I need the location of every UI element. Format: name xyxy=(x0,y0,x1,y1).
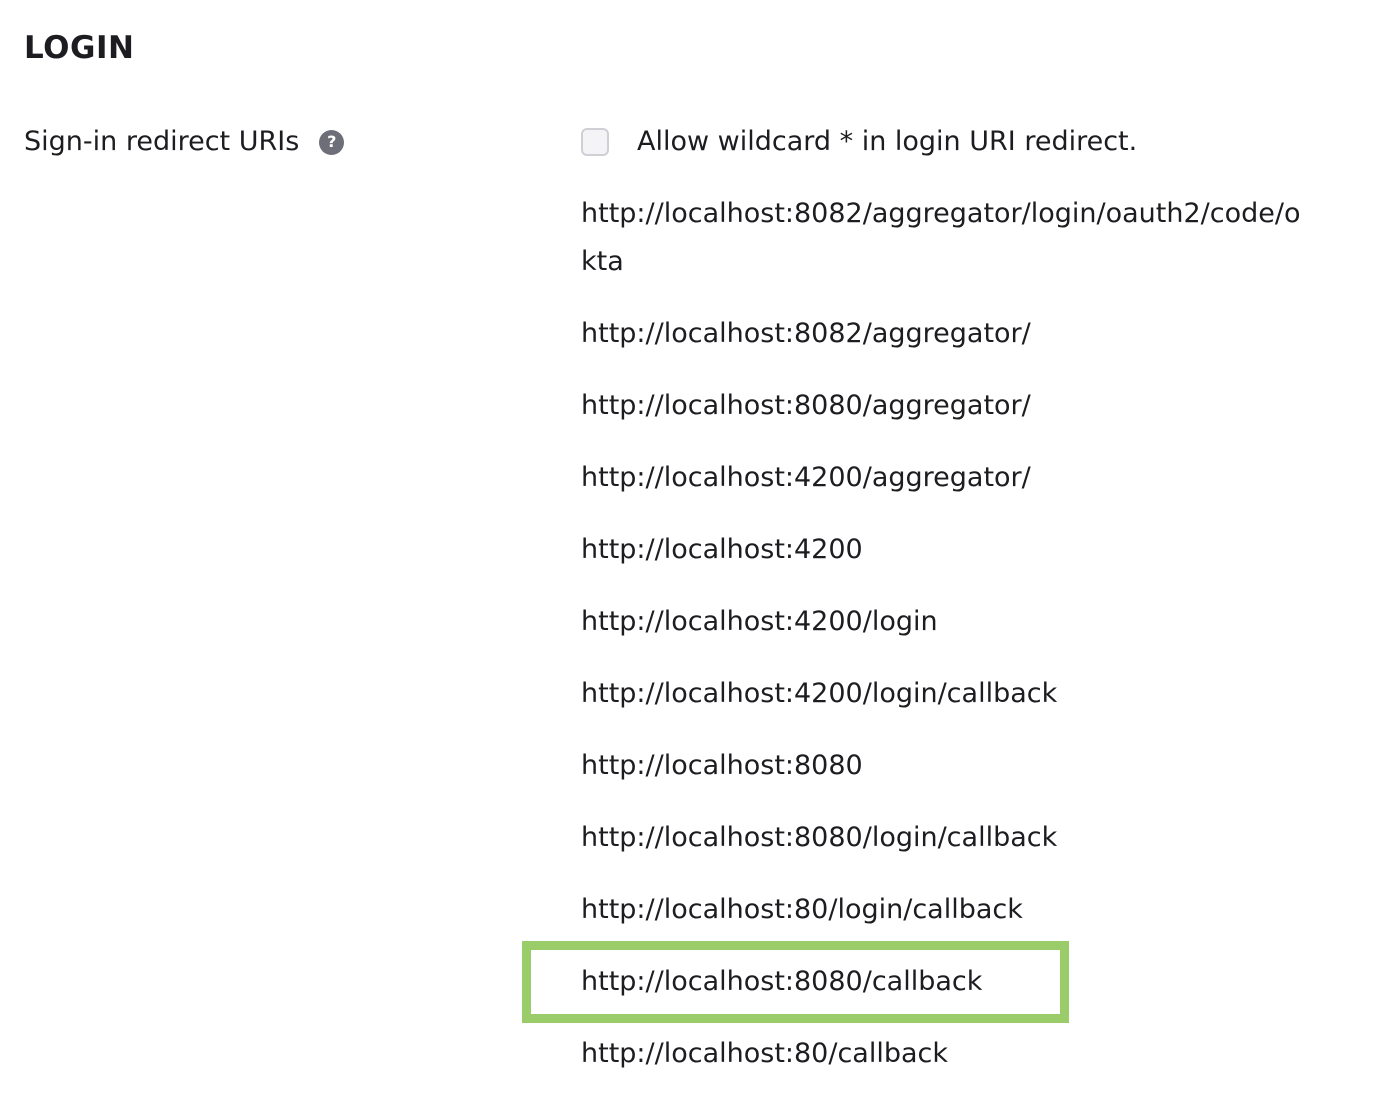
redirect-uri-item: http://localhost:8082/aggregator/ xyxy=(581,318,1031,349)
redirect-uri-list: http://localhost:8082/aggregator/login/o… xyxy=(581,190,1311,1102)
field-label-text: Sign-in redirect URIs xyxy=(24,126,300,157)
redirect-uri-item: http://localhost:8080 xyxy=(581,750,863,781)
wildcard-checkbox[interactable] xyxy=(581,128,609,156)
sign-in-redirect-uris-label: Sign-in redirect URIs ? xyxy=(24,123,345,161)
redirect-uri-item: http://localhost:8080/login/callback xyxy=(581,822,1058,853)
redirect-uri-item: http://localhost:8082/aggregator/login/o… xyxy=(581,198,1301,277)
wildcard-label: Allow wildcard * in login URI redirect. xyxy=(637,126,1138,157)
redirect-uri-item: http://localhost:80/login/callback xyxy=(581,894,1023,925)
redirect-uri-item: http://localhost:4200 xyxy=(581,534,863,565)
redirect-uri-item: http://localhost:4200/aggregator/ xyxy=(581,462,1031,493)
redirect-uri-item: http://localhost:4200/login/callback xyxy=(581,678,1058,709)
redirect-uri-item: http://localhost:80/callback xyxy=(581,1038,949,1069)
help-icon[interactable]: ? xyxy=(319,129,345,155)
section-title: LOGIN xyxy=(24,30,135,66)
wildcard-option[interactable]: Allow wildcard * in login URI redirect. xyxy=(581,124,1137,160)
redirect-uri-item-highlighted: http://localhost:8080/callback xyxy=(581,966,983,997)
redirect-uri-item: http://localhost:4200/login xyxy=(581,606,938,637)
redirect-uri-item: http://localhost:8080/aggregator/ xyxy=(581,390,1031,421)
login-settings-panel: LOGIN Sign-in redirect URIs ? Allow wild… xyxy=(0,0,1398,1108)
